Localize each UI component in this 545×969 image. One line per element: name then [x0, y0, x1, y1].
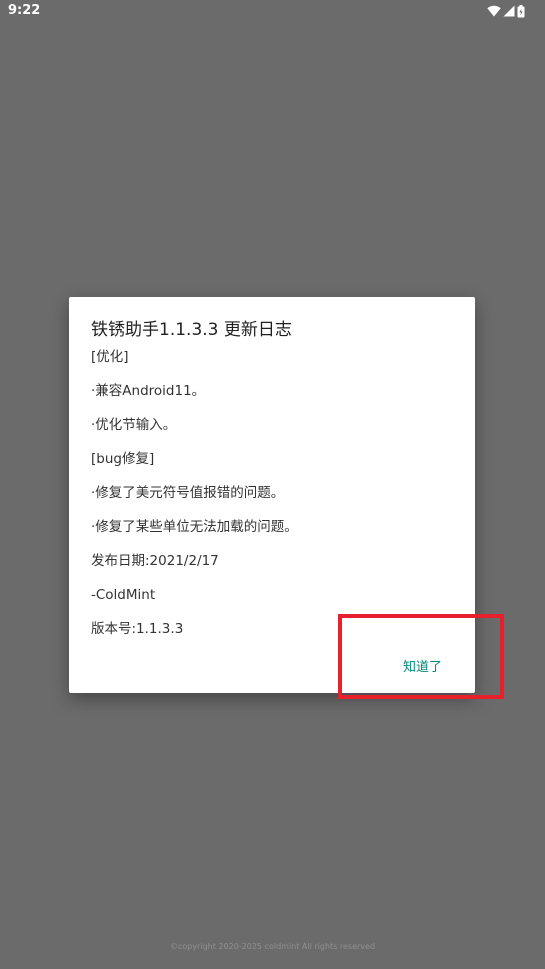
changelog-line: ·兼容Android11。	[91, 383, 206, 399]
changelog-line: ·修复了美元符号值报错的问题。	[91, 485, 285, 501]
changelog-list: [优化] ·兼容Android11。 ·优化节输入。 [bug修复] ·修复了美…	[91, 348, 298, 654]
got-it-button[interactable]: 知道了	[403, 653, 463, 677]
status-icons	[487, 4, 525, 18]
update-log-dialog: 铁锈助手1.1.3.3 更新日志 [优化] ·兼容Android11。 ·优化节…	[69, 297, 475, 693]
footer-copyright: ©copyright 2020-2025 coldmint All rights…	[169, 942, 376, 951]
version-number: 版本号:1.1.3.3	[91, 621, 184, 637]
changelog-line: [bug修复]	[91, 451, 155, 467]
changelog-line: ·修复了某些单位无法加载的问题。	[91, 519, 298, 535]
author-name: -ColdMint	[91, 587, 156, 603]
changelog-line: [优化]	[91, 349, 129, 365]
signal-icon	[503, 5, 515, 17]
status-bar: 9:22	[0, 0, 545, 24]
dialog-title: 铁锈助手1.1.3.3 更新日志	[91, 320, 292, 340]
battery-icon	[517, 4, 525, 17]
wifi-icon	[487, 5, 501, 17]
status-time: 9:22	[8, 3, 41, 18]
changelog-line: ·优化节输入。	[91, 417, 177, 433]
release-date: 发布日期:2021/2/17	[91, 553, 219, 569]
